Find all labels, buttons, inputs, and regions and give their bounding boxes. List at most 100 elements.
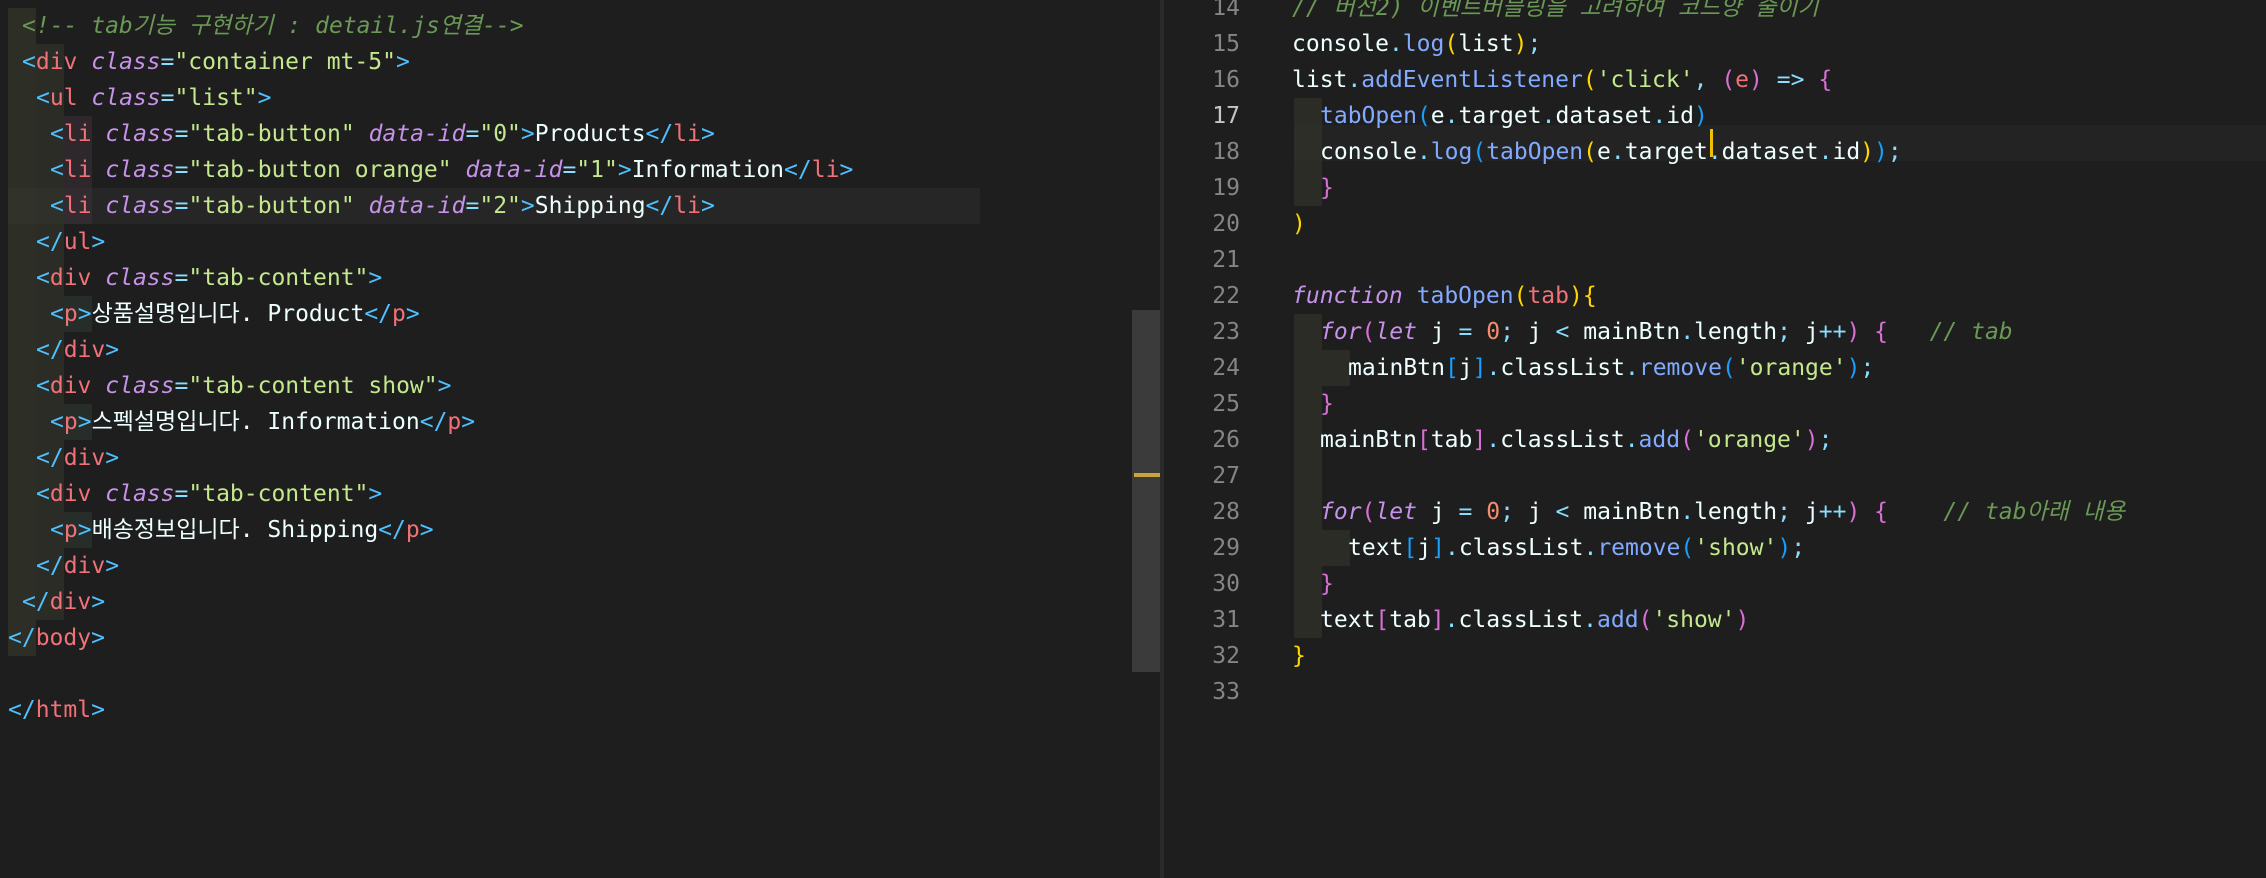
code-token: id (1832, 139, 1861, 165)
indent-guide (8, 512, 36, 548)
left-code-line[interactable]: <div class="tab-content"> (36, 476, 1016, 512)
right-code-line[interactable]: mainBtn[j].classList.remove('orange'); (1348, 350, 1874, 386)
code-token: = (1458, 499, 1473, 525)
right-code-line[interactable]: console.log(tabOpen(e.target.dataset.id)… (1320, 134, 1902, 170)
left-code-line[interactable]: <p>스펙설명입니다. Information</p> (50, 404, 1030, 440)
code-token: , (1693, 67, 1722, 93)
indent-guide (1294, 314, 1322, 350)
right-editor-pane[interactable]: 14 15 16 17 18 19 20 21 22 23 24 25 26 27 28 29 30 31 32 33… (1164, 0, 2266, 878)
code-token: = (465, 121, 480, 147)
indent-guide (1294, 566, 1322, 602)
left-code-line[interactable]: <li class="tab-button orange" data-id="1… (50, 152, 1030, 188)
code-token: remove (1597, 535, 1681, 561)
right-code-line[interactable]: function tabOpen(tab){ (1292, 278, 1597, 314)
right-code-line[interactable]: tabOpen(e.target.dataset.id) (1320, 98, 1708, 134)
code-token: > (77, 409, 92, 435)
code-token: > (405, 301, 420, 327)
left-code-line[interactable]: </div> (36, 548, 1016, 584)
indent-guide (8, 116, 36, 152)
code-token: ) (1846, 355, 1861, 381)
code-token: < (50, 193, 64, 219)
code-token: } (1292, 643, 1306, 669)
left-code-line[interactable]: <li class="tab-button" data-id="0">Produ… (50, 116, 1030, 152)
left-code-line[interactable]: <!-- tab기능 구현하기 : detail.js연결--> (22, 8, 1002, 44)
left-code-line[interactable]: <div class="tab-content"> (36, 260, 1016, 296)
right-code-line[interactable]: // 버전2) 이벤트버블링을 고려하여 코드양 줄이기 (1292, 0, 1819, 26)
left-code-line[interactable]: <div class="tab-content show"> (36, 368, 1016, 404)
code-token: { (1582, 283, 1597, 309)
right-code-line[interactable]: } (1320, 386, 1334, 422)
code-token: target (1624, 139, 1708, 165)
code-token: ] (1431, 535, 1445, 561)
right-code-line[interactable]: console.log(list); (1292, 26, 1541, 62)
vertical-scrollbar[interactable] (1132, 310, 1160, 672)
code-token: class (105, 157, 175, 183)
code-token: list (1458, 31, 1514, 57)
indent-guide (8, 404, 36, 440)
code-token: data-id (368, 193, 466, 219)
code-token: mainBtn (1348, 355, 1445, 381)
indent-guide (8, 476, 36, 512)
left-code-line[interactable]: <div class="container mt-5"> (22, 44, 1002, 80)
indent-guide (8, 80, 36, 116)
right-code-line[interactable]: } (1320, 566, 1334, 602)
left-code-line[interactable] (8, 656, 988, 692)
code-token: 'orange' (1735, 355, 1847, 381)
left-code-line[interactable]: </body> (8, 620, 988, 656)
code-token: data-id (465, 157, 563, 183)
code-token: [ (1444, 355, 1459, 381)
left-code-line[interactable]: </ul> (36, 224, 1016, 260)
left-code-line[interactable]: <li class="tab-button" data-id="2">Shipp… (50, 188, 1030, 224)
right-code-line[interactable]: list.addEventListener('click', (e) => { (1292, 62, 1832, 98)
code-token: } (1320, 391, 1334, 417)
code-token: div (49, 373, 92, 399)
code-token: </ (645, 121, 674, 147)
code-token: ] (1472, 427, 1487, 453)
left-code-line[interactable]: </div> (36, 332, 1016, 368)
left-code-line[interactable]: <p>상품설명입니다. Product</p> (50, 296, 1030, 332)
code-token: li (811, 157, 840, 183)
code-token: </ (36, 229, 64, 255)
code-token: . (1444, 607, 1459, 633)
left-code-line[interactable]: </div> (36, 440, 1016, 476)
code-token: [ (1375, 607, 1390, 633)
code-token: ( (1721, 355, 1736, 381)
right-code-line[interactable]: text[j].classList.remove('show'); (1348, 530, 1805, 566)
line-number: 28 (1212, 499, 1240, 525)
right-code-line[interactable]: } (1292, 638, 1306, 674)
code-token: ( (1638, 607, 1653, 633)
indent-guide (1294, 170, 1322, 206)
left-code-line[interactable]: <p>배송정보입니다. Shipping</p> (50, 512, 1030, 548)
code-token: length (1694, 499, 1778, 525)
left-editor-pane[interactable]: <!-- tab기능 구현하기 : detail.js연결--> <div cla… (0, 0, 1160, 878)
right-code-line[interactable]: mainBtn[tab].classList.add('orange'); (1320, 422, 1832, 458)
indent-guide (8, 260, 36, 296)
right-code-line[interactable]: for(let j = 0; j < mainBtn.length; j++) … (1320, 494, 2125, 530)
left-code-line[interactable]: <ul class="list"> (36, 80, 1016, 116)
indent-guide (1322, 350, 1350, 386)
left-code-line[interactable]: </div> (22, 584, 1002, 620)
right-code-line[interactable]: for(let j = 0; j < mainBtn.length; j++) … (1320, 314, 2013, 350)
code-token: < (36, 481, 50, 507)
code-token: = (174, 481, 189, 507)
code-token: > (700, 121, 715, 147)
code-token: . (1680, 319, 1695, 345)
right-code-line[interactable]: ) (1292, 206, 1306, 242)
code-token: ) (1749, 67, 1763, 93)
code-token: "tab-button orange" (188, 157, 452, 183)
line-number: 17 (1212, 103, 1240, 129)
code-token: ) (1513, 31, 1528, 57)
code-token: > (520, 121, 535, 147)
code-token: 'orange' (1693, 427, 1805, 453)
left-code-line[interactable]: </html> (8, 692, 988, 728)
right-code-line[interactable]: } (1320, 170, 1334, 206)
code-token: ; (1818, 427, 1833, 453)
code-token: addEventListener (1361, 67, 1583, 93)
right-code-line[interactable]: text[tab].classList.add('show') (1320, 602, 1749, 638)
